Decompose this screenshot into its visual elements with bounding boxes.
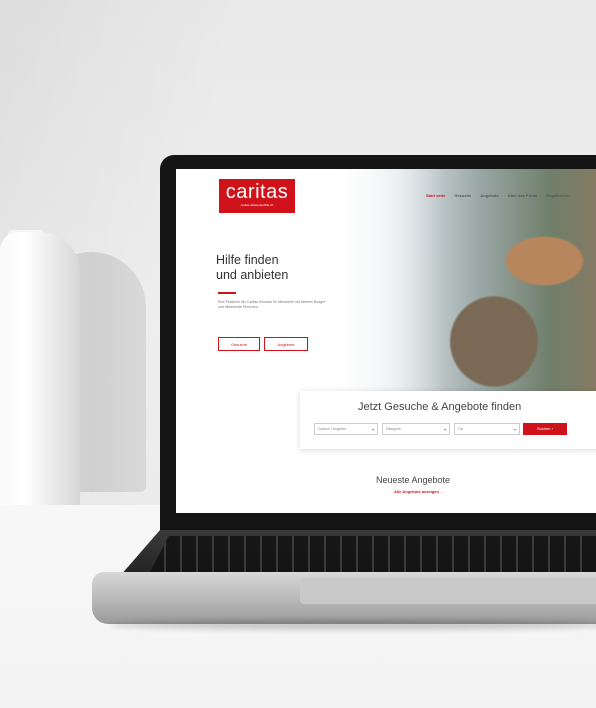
search-button[interactable]: Suchen › — [523, 423, 567, 435]
angebote-button[interactable]: Angebote — [264, 337, 308, 351]
gesuche-button[interactable]: Gesuche — [218, 337, 260, 351]
location-select[interactable]: Ort ▾ — [454, 423, 520, 435]
subcategory-select-value: Kategorie — [386, 427, 401, 431]
laptop-screen: caritas caritas.wirkendeshilfe.ch Start … — [176, 169, 596, 513]
hero-title-line2: und anbieten — [216, 268, 289, 282]
nav-item-registrieren[interactable]: Registrieren — [546, 192, 569, 202]
chevron-down-icon: ▾ — [443, 427, 446, 432]
subcategory-select[interactable]: Kategorie ▾ — [382, 423, 450, 435]
laptop-touchpad — [300, 578, 596, 604]
hero-title: Hilfe finden und anbieten — [216, 253, 336, 283]
caritas-logo[interactable]: caritas caritas.wirkendeshilfe.ch — [219, 179, 295, 213]
hero-text: Eine Plattform der Caritas Schweiz für M… — [218, 300, 325, 309]
hero-title-line1: Hilfe finden — [216, 253, 279, 267]
vase-front — [0, 232, 80, 514]
gesuche-button-label: Gesuche — [230, 342, 247, 347]
logo-subtitle: caritas.wirkendeshilfe.ch — [240, 203, 274, 207]
logo-word: caritas — [225, 181, 289, 203]
laptop-keyboard — [150, 536, 596, 572]
category-select-value: Gesuch / Angebot — [318, 427, 346, 431]
hero-photo-fade — [326, 169, 446, 399]
search-panel: Jetzt Gesuche & Angebote finden Gesuch /… — [300, 391, 596, 449]
category-select[interactable]: Gesuch / Angebot ▾ — [314, 423, 378, 435]
chevron-down-icon: ▾ — [371, 427, 374, 432]
nav-item-start[interactable]: Start seite — [426, 192, 445, 202]
search-title: Jetzt Gesuche & Angebote finden — [358, 401, 522, 413]
nav-item-gesuche[interactable]: Gesuche — [454, 192, 471, 202]
main-nav: Start seite Gesuche Angebote Über das Po… — [426, 192, 596, 202]
search-button-label: Suchen — [536, 426, 551, 431]
newest-offers-title: Neueste Angebote — [376, 475, 451, 485]
laptop-shadow — [110, 620, 596, 630]
all-offers-link-label: Alle Angebote anzeigen — [394, 489, 439, 494]
arrow-right-icon: → — [440, 489, 445, 494]
all-offers-link[interactable]: Alle Angebote anzeigen → — [394, 489, 514, 494]
location-select-value: Ort — [458, 427, 463, 431]
angebote-button-label: Angebote — [277, 342, 295, 347]
arrow-right-icon: › — [551, 426, 554, 431]
hero-divider — [218, 292, 236, 294]
chevron-down-icon: ▾ — [513, 427, 516, 432]
nav-item-angebote[interactable]: Angebote — [480, 192, 498, 202]
nav-item-ueber[interactable]: Über das Portal — [508, 192, 538, 202]
